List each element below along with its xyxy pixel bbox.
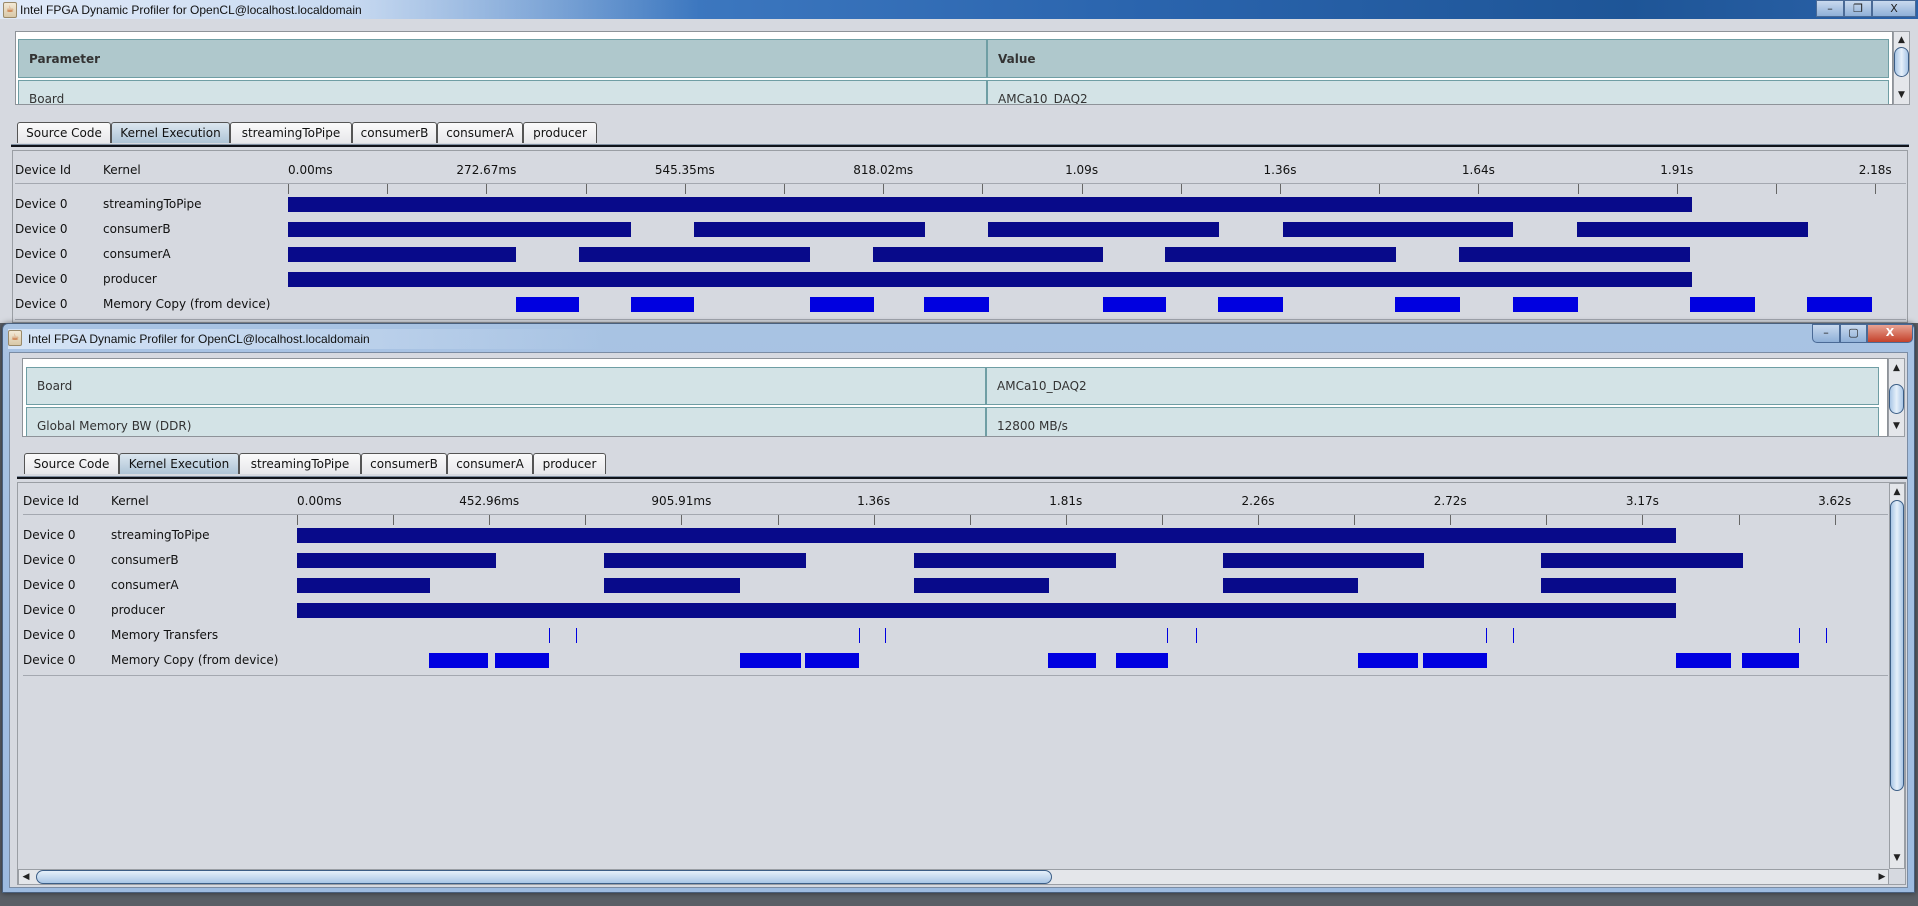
memory-transfer-mark[interactable] (1167, 628, 1168, 643)
axis-label: 3.17s (1625, 494, 1659, 508)
row-kernel: Memory Transfers (111, 628, 219, 642)
scroll-thumb[interactable] (1889, 384, 1904, 414)
timeline-horizontal-scrollbar[interactable]: ◀ ▶ (18, 869, 1889, 885)
row-device: Device 0 (23, 628, 76, 642)
row-device: Device 0 (23, 528, 76, 542)
axis-tick (681, 515, 682, 525)
row-device: Device 0 (23, 653, 76, 667)
kernel-execution-bar[interactable] (297, 603, 1676, 618)
scroll-up-arrow-icon[interactable]: ▲ (1889, 363, 1904, 373)
memory-transfer-mark[interactable] (859, 628, 860, 643)
row-kernel: producer (111, 603, 165, 617)
row-kernel: streamingToPipe (111, 528, 210, 542)
axis-tick (1450, 515, 1451, 525)
axis-label: 1.81s (1049, 494, 1083, 508)
kernel-execution-bar[interactable] (604, 553, 806, 568)
rows-end-divider (23, 675, 1888, 676)
memory-copy-bar[interactable] (740, 653, 801, 668)
axis-tick (1546, 515, 1547, 525)
memory-transfer-mark[interactable] (576, 628, 577, 643)
row-kernel: consumerB (111, 553, 179, 567)
scroll-left-arrow-icon[interactable]: ◀ (21, 872, 31, 882)
axis-label: 3.62s (1818, 494, 1852, 508)
scroll-down-arrow-icon[interactable]: ▼ (1890, 853, 1904, 863)
memory-copy-bar[interactable] (1048, 653, 1096, 668)
axis-tick (489, 515, 490, 525)
memory-copy-bar[interactable] (1358, 653, 1418, 668)
axis-label: 905.91ms (651, 494, 712, 508)
axis-tick (393, 515, 394, 525)
row-device: Device 0 (23, 603, 76, 617)
axis-tick (1642, 515, 1643, 525)
row-device: Device 0 (23, 553, 76, 567)
scroll-up-arrow-icon[interactable]: ▲ (1890, 487, 1904, 497)
header-device-id: Device Id (23, 494, 80, 508)
axis-tick (1739, 515, 1740, 525)
kernel-execution-bar[interactable] (604, 578, 740, 593)
axis-tick (1066, 515, 1067, 525)
axis-tick (1354, 515, 1355, 525)
axis-label: 452.96ms (459, 494, 520, 508)
axis-tick (970, 515, 971, 525)
axis-label: 1.36s (857, 494, 891, 508)
header-kernel: Kernel (111, 494, 149, 508)
axis-tick (778, 515, 779, 525)
memory-transfer-mark[interactable] (549, 628, 550, 643)
kernel-execution-bar[interactable] (914, 553, 1116, 568)
axis-tick (1258, 515, 1259, 525)
axis-tick (1162, 515, 1163, 525)
memory-transfer-mark[interactable] (1196, 628, 1197, 643)
header-divider (23, 514, 1888, 515)
scroll-thumb[interactable] (1890, 500, 1904, 791)
axis-tick (585, 515, 586, 525)
memory-transfer-mark[interactable] (1486, 628, 1487, 643)
scroll-right-arrow-icon[interactable]: ▶ (1877, 872, 1887, 882)
kernel-execution-bar[interactable] (1223, 553, 1424, 568)
table-scrollbar[interactable]: ▲ ▼ (1888, 358, 1905, 437)
kernel-execution-bar[interactable] (914, 578, 1049, 593)
kernel-execution-bar[interactable] (1223, 578, 1358, 593)
row-kernel: consumerA (111, 578, 179, 592)
kernel-execution-bar[interactable] (297, 578, 430, 593)
axis-tick (874, 515, 875, 525)
memory-copy-bar[interactable] (1742, 653, 1799, 668)
kernel-execution-bar[interactable] (1541, 553, 1743, 568)
kernel-execution-bar[interactable] (297, 553, 496, 568)
axis-label: 2.72s (1433, 494, 1467, 508)
axis-tick (297, 515, 298, 525)
memory-transfer-mark[interactable] (1826, 628, 1827, 643)
memory-copy-bar[interactable] (1423, 653, 1487, 668)
axis-label: 0.00ms (297, 494, 342, 508)
row-kernel: Memory Copy (from device) (111, 653, 279, 667)
memory-copy-bar[interactable] (1116, 653, 1168, 668)
memory-copy-bar[interactable] (495, 653, 549, 668)
kernel-execution-bar[interactable] (297, 528, 1676, 543)
axis-tick (1835, 515, 1836, 525)
row-device: Device 0 (23, 578, 76, 592)
scroll-down-arrow-icon[interactable]: ▼ (1889, 421, 1904, 431)
kernel-execution-bar[interactable] (1541, 578, 1676, 593)
memory-copy-bar[interactable] (429, 653, 488, 668)
memory-transfer-mark[interactable] (885, 628, 886, 643)
axis-label: 2.26s (1241, 494, 1275, 508)
scroll-thumb[interactable] (36, 870, 1052, 884)
memory-copy-bar[interactable] (1676, 653, 1731, 668)
memory-copy-bar[interactable] (805, 653, 859, 668)
timeline-vertical-scrollbar[interactable]: ▲ ▼ (1889, 483, 1905, 869)
memory-transfer-mark[interactable] (1799, 628, 1800, 643)
memory-transfer-mark[interactable] (1513, 628, 1514, 643)
timeline-content: Device Id Kernel 0.00ms 452.96ms 905.91ms 1.3… (0, 0, 1888, 868)
